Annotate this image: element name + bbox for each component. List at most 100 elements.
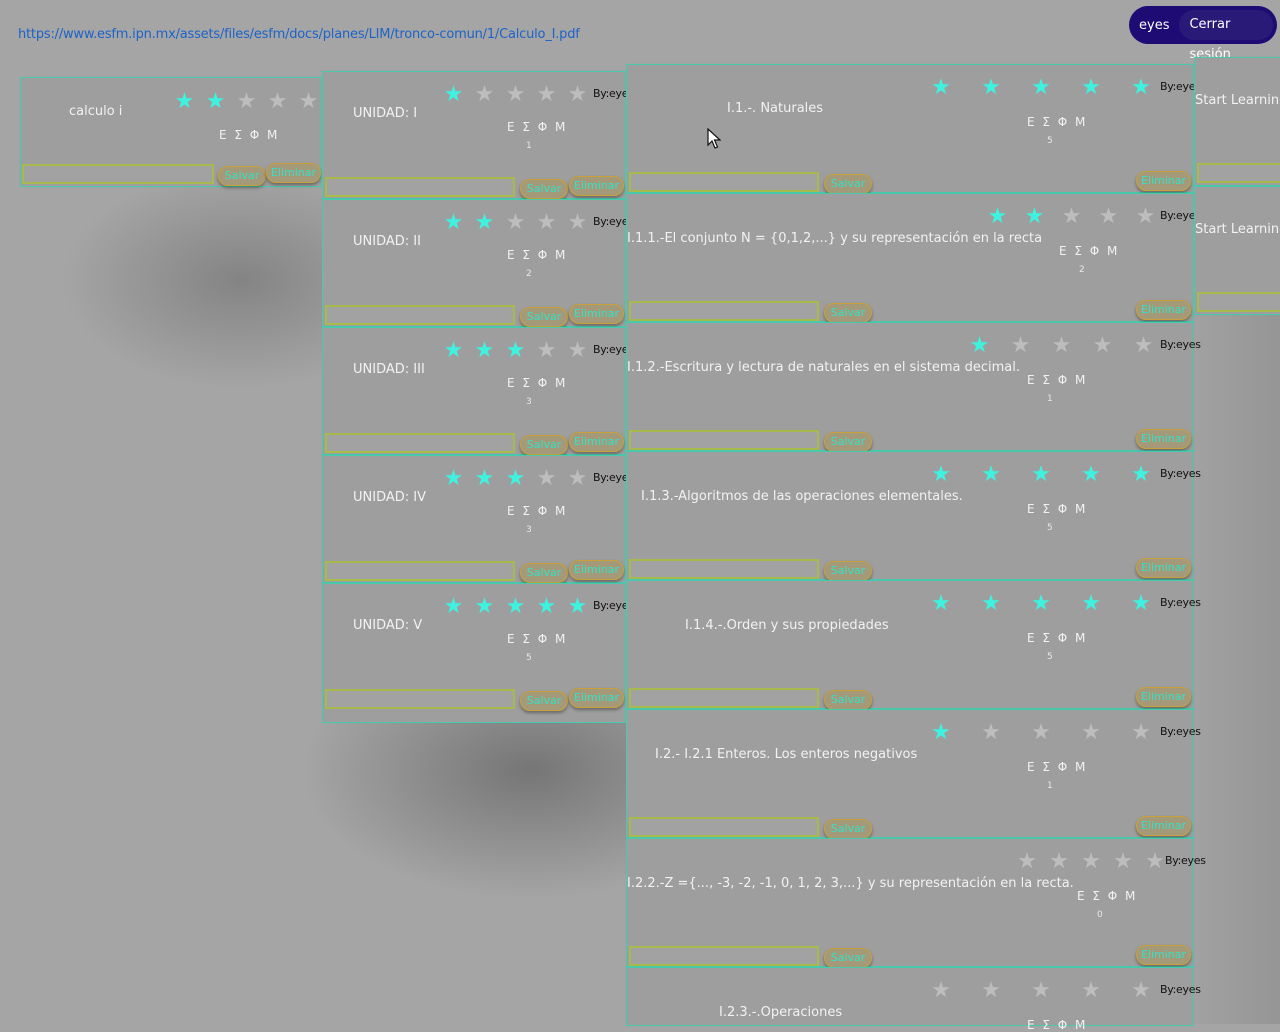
star-icon[interactable]: ★ xyxy=(1011,851,1043,873)
comment-input[interactable] xyxy=(629,301,819,321)
comment-input[interactable] xyxy=(629,172,819,192)
delete-button[interactable]: Eliminar xyxy=(569,176,624,196)
comment-input[interactable] xyxy=(325,177,515,197)
star-icon[interactable]: ★ xyxy=(469,340,500,362)
star-icon[interactable]: ★ xyxy=(979,206,1016,228)
star-icon[interactable]: ★ xyxy=(293,91,324,113)
comment-input[interactable] xyxy=(325,689,515,709)
topic-card[interactable]: I.2.- I.2.1 Enteros. Los enteros negativ… xyxy=(626,709,1201,839)
topic-card[interactable]: I.1.4.-.Orden y sus propiedades ★ ★ ★ ★ ★ By:e… xyxy=(626,580,1201,710)
star-icon[interactable]: ★ xyxy=(1123,335,1164,357)
star-icon[interactable]: ★ xyxy=(1066,464,1116,486)
comment-input[interactable] xyxy=(1197,163,1280,183)
delete-button[interactable]: Eliminar xyxy=(569,432,624,452)
star-icon[interactable]: ★ xyxy=(500,468,531,490)
star-icon[interactable]: ★ xyxy=(966,77,1016,99)
star-icon[interactable]: ★ xyxy=(916,77,966,99)
star-icon[interactable]: ★ xyxy=(1053,206,1090,228)
rating-stars[interactable]: ★ ★ ★ ★ ★ xyxy=(916,722,1166,744)
star-icon[interactable]: ★ xyxy=(1127,206,1164,228)
star-icon[interactable]: ★ xyxy=(1107,851,1139,873)
save-button[interactable]: Salvar xyxy=(824,432,872,452)
rating-stars[interactable]: ★ ★ ★ ★ ★ xyxy=(438,340,593,362)
unit-card[interactable]: UNIDAD: IV ★ ★ ★ ★ ★ By:eyes Ε Σ Φ Μ 3 Salvar Elim… xyxy=(322,455,634,583)
star-icon[interactable]: ★ xyxy=(262,91,293,113)
topic-card[interactable]: I.1.3.-Algoritmos de las operaciones ele… xyxy=(626,451,1201,581)
star-icon[interactable]: ★ xyxy=(916,464,966,486)
resource-card[interactable]: Start Learning I xyxy=(1194,57,1280,186)
delete-button[interactable]: Eliminar xyxy=(1136,429,1191,449)
topic-card[interactable]: I.2.3.-.Operaciones ★ ★ ★ ★ ★ By:eyes Ε Σ Φ Μ xyxy=(626,967,1201,1032)
delete-button[interactable]: Eliminar xyxy=(1136,687,1191,707)
star-icon[interactable]: ★ xyxy=(1066,722,1116,744)
save-button[interactable]: Salvar xyxy=(824,303,872,323)
star-icon[interactable]: ★ xyxy=(500,212,531,234)
star-icon[interactable]: ★ xyxy=(438,468,469,490)
rating-stars[interactable]: ★ ★ ★ ★ ★ xyxy=(1011,851,1171,873)
star-icon[interactable]: ★ xyxy=(531,84,562,106)
save-button[interactable]: Salvar xyxy=(520,435,568,455)
topic-card[interactable]: I.1.2.-Escritura y lectura de naturales … xyxy=(626,322,1201,452)
delete-button[interactable]: Eliminar xyxy=(569,304,624,324)
comment-input[interactable] xyxy=(325,433,515,453)
logout-button[interactable]: Cerrar sesión xyxy=(1179,10,1273,62)
save-button[interactable]: Salvar xyxy=(520,691,568,711)
course-card[interactable]: calculo i ★ ★ ★ ★ ★ Ε Σ Φ Μ Salvar Eliminar xyxy=(20,77,322,187)
save-button[interactable]: Salvar xyxy=(520,307,568,327)
star-icon[interactable]: ★ xyxy=(1043,851,1075,873)
unit-card[interactable]: UNIDAD: III ★ ★ ★ ★ ★ By:eyes Ε Σ Φ Μ 3 Salvar Eli… xyxy=(322,327,634,455)
comment-input[interactable] xyxy=(629,559,819,579)
comment-input[interactable] xyxy=(629,430,819,450)
save-button[interactable]: Salvar xyxy=(520,179,568,199)
topic-card[interactable]: I.2.2.-Z ={..., -3, -2, -1, 0, 1, 2, 3,.… xyxy=(626,838,1206,968)
star-icon[interactable]: ★ xyxy=(1041,335,1082,357)
delete-button[interactable]: Eliminar xyxy=(1136,171,1191,191)
star-icon[interactable]: ★ xyxy=(966,464,1016,486)
save-button[interactable]: Salvar xyxy=(824,561,872,581)
star-icon[interactable]: ★ xyxy=(469,596,500,618)
star-icon[interactable]: ★ xyxy=(1116,980,1166,1002)
star-icon[interactable]: ★ xyxy=(438,596,469,618)
comment-input[interactable] xyxy=(629,946,819,966)
rating-stars[interactable]: ★ ★ ★ ★ ★ xyxy=(959,335,1164,357)
star-icon[interactable]: ★ xyxy=(438,212,469,234)
unit-card[interactable]: UNIDAD: I ★ ★ ★ ★ ★ By:eyes Ε Σ Φ Μ 1 Salvar Elimi… xyxy=(322,71,634,199)
star-icon[interactable]: ★ xyxy=(438,340,469,362)
star-icon[interactable]: ★ xyxy=(1016,77,1066,99)
star-icon[interactable]: ★ xyxy=(1016,980,1066,1002)
star-icon[interactable]: ★ xyxy=(1000,335,1041,357)
star-icon[interactable]: ★ xyxy=(1016,206,1053,228)
save-button[interactable]: Salvar xyxy=(824,819,872,839)
star-icon[interactable]: ★ xyxy=(1016,593,1066,615)
star-icon[interactable]: ★ xyxy=(562,340,593,362)
star-icon[interactable]: ★ xyxy=(500,84,531,106)
comment-input[interactable] xyxy=(1197,292,1280,312)
save-button[interactable]: Salvar xyxy=(824,690,872,710)
comment-input[interactable] xyxy=(325,305,515,325)
save-button[interactable]: Salvar xyxy=(824,948,872,968)
star-icon[interactable]: ★ xyxy=(500,340,531,362)
star-icon[interactable]: ★ xyxy=(469,84,500,106)
rating-stars[interactable]: ★ ★ ★ ★ ★ xyxy=(916,980,1166,1002)
star-icon[interactable]: ★ xyxy=(169,91,200,113)
topic-card[interactable]: I.1.1.-El conjunto N = {0,1,2,...} y su … xyxy=(626,193,1201,323)
star-icon[interactable]: ★ xyxy=(531,340,562,362)
delete-button[interactable]: Eliminar xyxy=(1136,558,1191,578)
delete-button[interactable]: Eliminar xyxy=(266,163,321,183)
delete-button[interactable]: Eliminar xyxy=(569,560,624,580)
star-icon[interactable]: ★ xyxy=(1066,77,1116,99)
rating-stars[interactable]: ★ ★ ★ ★ ★ xyxy=(916,593,1166,615)
rating-stars[interactable]: ★ ★ ★ ★ ★ xyxy=(438,596,593,618)
star-icon[interactable]: ★ xyxy=(916,593,966,615)
rating-stars[interactable]: ★ ★ ★ ★ ★ xyxy=(916,464,1166,486)
comment-input[interactable] xyxy=(325,561,515,581)
comment-input[interactable] xyxy=(22,164,214,184)
star-icon[interactable]: ★ xyxy=(1116,722,1166,744)
star-icon[interactable]: ★ xyxy=(916,722,966,744)
star-icon[interactable]: ★ xyxy=(1066,593,1116,615)
star-icon[interactable]: ★ xyxy=(1116,77,1166,99)
star-icon[interactable]: ★ xyxy=(1066,980,1116,1002)
star-icon[interactable]: ★ xyxy=(1090,206,1127,228)
star-icon[interactable]: ★ xyxy=(1016,722,1066,744)
rating-stars[interactable]: ★ ★ ★ ★ ★ xyxy=(979,206,1164,228)
